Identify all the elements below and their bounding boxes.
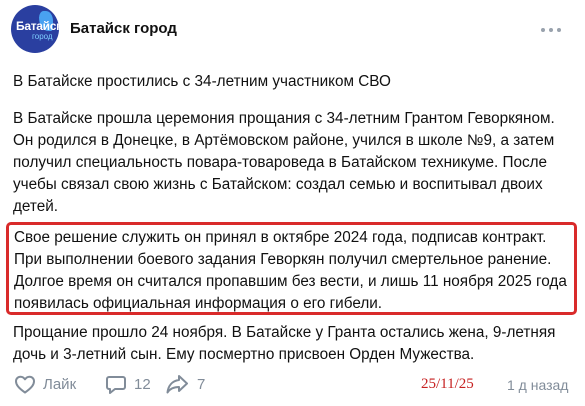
like-heart-icon xyxy=(13,372,37,396)
more-dots-icon[interactable] xyxy=(541,23,561,37)
share-arrow-icon xyxy=(165,372,191,396)
post-paragraph-2: Свое решение служить он принял в октябре… xyxy=(14,229,567,312)
post-time-ago[interactable]: 1 д назад xyxy=(507,377,568,393)
avatar-logo-subtext: город xyxy=(32,32,53,41)
avatar-logo-text: Батайск xyxy=(16,19,59,33)
overlay-date-stamp: 25/11/25 xyxy=(421,376,474,392)
post-title: В Батайске простились с 34-летним участн… xyxy=(13,73,391,90)
post-paragraph-1: В Батайске прошла церемония прощания с 3… xyxy=(13,110,555,215)
community-name[interactable]: Батайск город xyxy=(70,20,177,37)
comment-icon xyxy=(104,372,128,396)
share-button[interactable]: 7 xyxy=(165,372,205,396)
community-avatar[interactable]: Батайск город xyxy=(11,5,59,53)
like-button[interactable]: Лайк xyxy=(13,372,76,396)
post-header: Батайск город Батайск город xyxy=(11,5,585,55)
like-label: Лайк xyxy=(43,375,77,393)
shares-count: 7 xyxy=(197,375,206,393)
post-paragraph-3: Прощание прошло 24 ноября. В Батайске у … xyxy=(13,324,556,363)
post-actions-bar: Лайк 12 7 xyxy=(13,372,573,398)
comment-button[interactable]: 12 xyxy=(104,372,151,396)
comments-count: 12 xyxy=(134,375,151,393)
